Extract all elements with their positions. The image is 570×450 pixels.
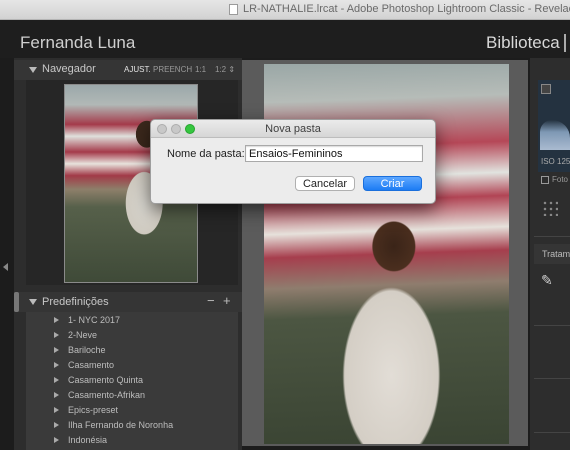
- expand-triangle-icon[interactable]: [54, 332, 59, 338]
- zoom-option-1-1[interactable]: 1:1: [195, 65, 206, 74]
- preset-folder-label: Ilha Fernando de Noronha: [68, 420, 174, 430]
- zoom-option-1-2[interactable]: 1:2 ⇕: [215, 65, 235, 74]
- preset-folder[interactable]: Bariloche: [26, 344, 238, 359]
- preset-folder-label: Epics-preset: [68, 405, 119, 415]
- preset-list: 1- NYC 2017 2-Neve Bariloche Casamento C…: [26, 312, 238, 450]
- preset-folder[interactable]: Ilha Fernando de Noronha: [26, 419, 238, 434]
- left-panel-edge[interactable]: [0, 58, 14, 450]
- grid-icon[interactable]: [542, 200, 558, 216]
- panel-divider: [534, 236, 570, 237]
- cancel-button[interactable]: Cancelar: [295, 176, 355, 191]
- preset-folder-label: Casamento-Afrikan: [68, 390, 146, 400]
- remove-preset-button[interactable]: −: [207, 293, 215, 308]
- panel-scrollbar[interactable]: [14, 292, 19, 312]
- dialog-title: Nova pasta: [265, 123, 321, 135]
- expand-triangle-icon[interactable]: [54, 392, 59, 398]
- zoom-option-fill[interactable]: PREENCH: [153, 65, 192, 74]
- folder-name-input[interactable]: [245, 145, 423, 162]
- treatment-label: Tratam: [542, 249, 570, 259]
- expand-triangle-icon[interactable]: [54, 437, 59, 443]
- expand-triangle-icon[interactable]: [54, 422, 59, 428]
- collapse-triangle-icon[interactable]: [29, 67, 37, 73]
- preset-folder[interactable]: 2-Neve: [26, 329, 238, 344]
- expand-triangle-icon[interactable]: [54, 407, 59, 413]
- add-preset-button[interactable]: +: [223, 293, 231, 308]
- top-panel: Fernanda Luna Biblioteca: [0, 20, 570, 58]
- original-photo-label: Foto: [552, 175, 569, 184]
- eyedropper-icon[interactable]: ✎: [541, 272, 553, 289]
- document-icon: [229, 4, 238, 15]
- preset-folder-label: Casamento Quinta: [68, 375, 144, 385]
- panel-divider: [534, 432, 570, 433]
- clipping-indicator-icon[interactable]: [541, 84, 551, 94]
- preset-folder-label: 2-Neve: [68, 330, 98, 340]
- expand-triangle-icon[interactable]: [54, 347, 59, 353]
- preset-folder[interactable]: 1- NYC 2017: [26, 314, 238, 329]
- preset-folder-label: 1- NYC 2017: [68, 315, 121, 325]
- folder-name-label: Nome da pasta:: [167, 148, 245, 160]
- expand-triangle-icon[interactable]: [54, 317, 59, 323]
- create-button[interactable]: Criar: [363, 176, 422, 191]
- presets-title: Predefinições: [42, 296, 109, 308]
- identity-plate: Fernanda Luna: [20, 33, 136, 52]
- chevron-left-icon[interactable]: [3, 263, 8, 271]
- module-library[interactable]: Biblioteca: [486, 33, 560, 53]
- preset-folder-label: Bariloche: [68, 345, 106, 355]
- preset-folder[interactable]: Indonésia: [26, 434, 238, 449]
- panel-divider: [534, 325, 570, 326]
- panel-divider: [534, 378, 570, 379]
- new-folder-dialog: Nova pasta Nome da pasta: Cancelar Criar: [150, 119, 436, 204]
- window-title-bar: LR-NATHALIE.lrcat - Adobe Photoshop Ligh…: [0, 0, 570, 20]
- module-separator: [564, 34, 566, 52]
- expand-triangle-icon[interactable]: [54, 377, 59, 383]
- preset-folder[interactable]: Casamento-Afrikan: [26, 389, 238, 404]
- preset-folder[interactable]: Casamento: [26, 359, 238, 374]
- iso-readout: ISO 125: [541, 157, 570, 166]
- preset-folder-label: Casamento: [68, 360, 115, 370]
- expand-triangle-icon[interactable]: [54, 362, 59, 368]
- zoom-option-fit[interactable]: AJUST.: [124, 65, 151, 74]
- window-title: LR-NATHALIE.lrcat - Adobe Photoshop Ligh…: [243, 3, 570, 15]
- preset-folder[interactable]: Casamento Quinta: [26, 374, 238, 389]
- preset-folder[interactable]: Epics-preset: [26, 404, 238, 419]
- original-photo-checkbox[interactable]: [541, 176, 549, 184]
- collapse-triangle-icon[interactable]: [29, 299, 37, 305]
- preset-folder-label: Indonésia: [68, 435, 108, 445]
- dialog-title-bar: Nova pasta: [151, 120, 435, 138]
- navigator-title: Navegador: [42, 63, 96, 75]
